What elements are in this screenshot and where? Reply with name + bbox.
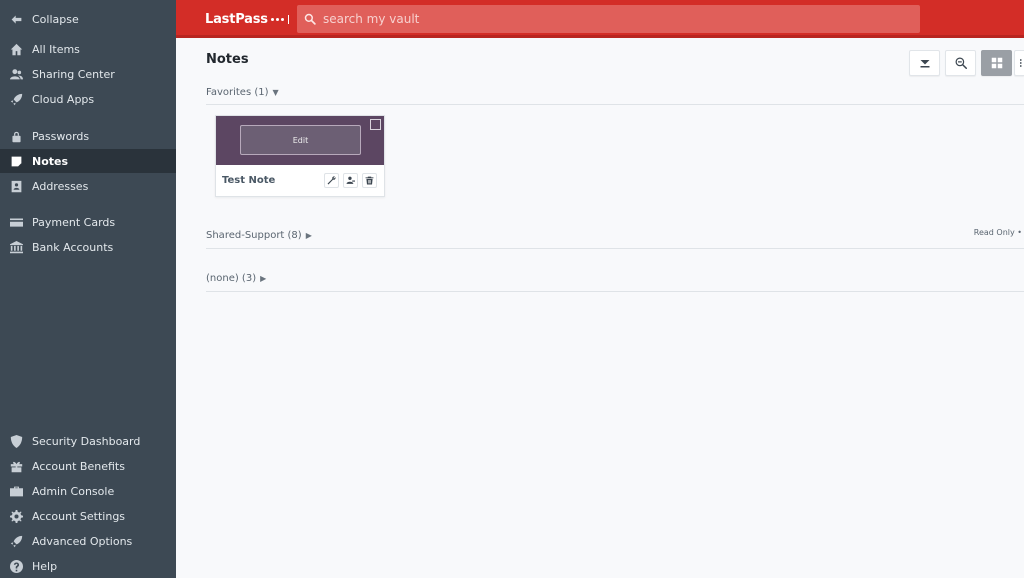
sidebar-item-help[interactable]: Help (0, 554, 176, 578)
sidebar-item-collapse[interactable]: Collapse (0, 7, 176, 31)
sidebar-item-label: Addresses (32, 179, 89, 193)
sidebar-item-label: All Items (32, 42, 80, 56)
sidebar-item-bank-accounts[interactable]: Bank Accounts (0, 235, 176, 259)
users-icon (0, 68, 32, 81)
caret-down-icon: ▼ (272, 88, 279, 97)
card-title: Test Note (222, 175, 276, 186)
sidebar-item-admin-console[interactable]: Admin Console (0, 479, 176, 503)
search-icon (297, 13, 323, 25)
lastpass-logo[interactable]: LastPass (205, 11, 290, 27)
main-content: Notes Favorites (1) ▼ Edit Test Note Sha… (176, 38, 1024, 578)
sidebar-item-label: Help (32, 559, 58, 573)
sidebar-item-addresses[interactable]: Addresses (0, 174, 176, 198)
sidebar-item-cloud-apps[interactable]: Cloud Apps (0, 87, 176, 111)
gear-icon (0, 509, 32, 523)
caret-right-icon: ▶ (260, 274, 267, 283)
edit-tool-button[interactable] (324, 173, 339, 188)
address-book-icon (0, 180, 32, 193)
sidebar-item-passwords[interactable]: Passwords (0, 124, 176, 148)
card-header: Edit (216, 116, 384, 165)
sidebar-item-all-items[interactable]: All Items (0, 37, 176, 61)
list-view-button[interactable] (1014, 50, 1024, 76)
group-none[interactable]: (none) (3) ▶ (206, 273, 266, 284)
lock-icon (0, 130, 32, 143)
logo-dots-icon (270, 14, 290, 24)
bank-icon (0, 240, 32, 254)
sidebar-item-label: Advanced Options (32, 534, 133, 548)
sidebar-item-label: Security Dashboard (32, 434, 141, 448)
sidebar-item-label: Cloud Apps (32, 92, 95, 106)
read-only-badge: Read Only • (973, 228, 1022, 237)
share-button[interactable] (343, 173, 358, 188)
search-bar (297, 5, 920, 33)
sidebar-item-label: Bank Accounts (32, 240, 114, 254)
caret-right-icon: ▶ (305, 231, 312, 240)
collapse-all-button[interactable] (909, 50, 940, 76)
divider (206, 104, 1024, 105)
sidebar: Collapse All Items Sharing Center Cloud … (0, 0, 176, 578)
rocket-icon (0, 535, 32, 548)
zoom-out-button[interactable] (945, 50, 976, 76)
note-card[interactable]: Edit Test Note (215, 115, 385, 197)
select-checkbox[interactable] (370, 119, 381, 130)
top-header: LastPass (176, 0, 1024, 38)
sidebar-item-advanced-options[interactable]: Advanced Options (0, 529, 176, 553)
rocket-icon (0, 93, 32, 106)
sidebar-item-label: Passwords (32, 129, 90, 143)
divider (206, 291, 1024, 292)
sidebar-item-security-dashboard[interactable]: Security Dashboard (0, 429, 176, 453)
sidebar-item-label: Notes (32, 154, 69, 168)
collapse-icon (919, 57, 931, 69)
delete-button[interactable] (362, 173, 377, 188)
grid-icon (991, 57, 1003, 69)
search-input[interactable] (323, 12, 920, 26)
group-favorites[interactable]: Favorites (1) ▼ (206, 87, 279, 98)
group-shared-support[interactable]: Shared-Support (8) ▶ (206, 230, 312, 241)
sidebar-item-account-benefits[interactable]: Account Benefits (0, 454, 176, 478)
sidebar-item-sharing-center[interactable]: Sharing Center (0, 62, 176, 86)
sidebar-item-label: Account Settings (32, 509, 126, 523)
sidebar-item-payment-cards[interactable]: Payment Cards (0, 210, 176, 234)
credit-card-icon (0, 216, 32, 229)
home-icon (0, 43, 32, 56)
arrow-left-icon (0, 13, 32, 26)
gift-icon (0, 460, 32, 473)
briefcase-icon (0, 485, 32, 498)
shield-icon (0, 434, 32, 448)
grid-view-button[interactable] (981, 50, 1012, 76)
zoom-out-icon (955, 57, 967, 69)
sidebar-item-label: Sharing Center (32, 67, 115, 81)
sidebar-item-label: Payment Cards (32, 215, 116, 229)
share-user-icon (346, 176, 355, 185)
help-icon (0, 559, 32, 573)
edit-button[interactable]: Edit (240, 125, 361, 155)
sidebar-item-label: Collapse (32, 12, 79, 26)
sidebar-item-label: Admin Console (32, 484, 115, 498)
sidebar-item-label: Account Benefits (32, 459, 125, 473)
divider (206, 248, 1024, 249)
wrench-icon (327, 176, 336, 185)
trash-icon (365, 176, 374, 185)
sidebar-item-account-settings[interactable]: Account Settings (0, 504, 176, 528)
note-icon (0, 155, 32, 168)
list-icon (1017, 57, 1023, 69)
page-title: Notes (206, 52, 249, 67)
sidebar-item-notes[interactable]: Notes (0, 149, 176, 173)
